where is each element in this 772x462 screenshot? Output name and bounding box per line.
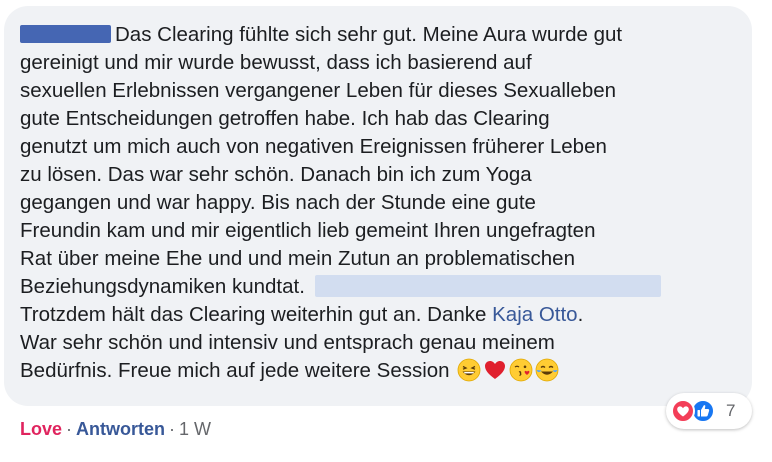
comment-line: Trotzdem hält das Clearing weiterhin gut…: [20, 301, 740, 329]
red-heart-icon: [485, 360, 506, 379]
comment-actions: Love · Antworten · 1 W: [20, 419, 211, 440]
timestamp-link[interactable]: 1 W: [179, 419, 211, 439]
reaction-count: 7: [726, 401, 736, 420]
comment-line-text: Bedürfnis. Freue mich auf jede weitere S…: [20, 359, 450, 382]
comment-line: sexuellen Erlebnissen vergangener Leben …: [20, 79, 617, 102]
comment-line: Bedürfnis. Freue mich auf jede weitere S…: [20, 357, 740, 385]
comment-text: Das Clearing fühlte sich sehr gut. Meine…: [20, 21, 740, 385]
reply-button[interactable]: Antworten: [76, 419, 165, 439]
comment-line: War sehr schön und intensiv und entsprac…: [20, 331, 555, 354]
mention-suffix: .: [577, 303, 584, 326]
face-with-tears-of-joy-icon: [535, 358, 559, 381]
redacted-author-name[interactable]: [20, 24, 111, 43]
comment-line: gereinigt und mir wurde bewusst, dass ic…: [20, 51, 532, 74]
redacted-text: [314, 274, 661, 297]
reaction-summary[interactable]: 7: [666, 393, 752, 429]
comment-line: gegangen und war happy. Bis nach der Stu…: [20, 191, 536, 214]
face-blowing-kiss-icon: [509, 358, 533, 381]
love-reaction-button[interactable]: Love: [20, 419, 62, 439]
love-reaction-icon: [671, 399, 695, 423]
comment-line: Freundin kam und mir eigentlich lieb gem…: [20, 219, 596, 242]
comment-line: Das Clearing fühlte sich sehr gut. Meine…: [20, 21, 740, 49]
comment-line: Rat über meine Ehe und und mein Zutun an…: [20, 247, 575, 270]
comment-line: zu lösen. Das war sehr schön. Danach bin…: [20, 163, 532, 186]
grinning-squinting-face-icon: [457, 358, 481, 381]
mention-link[interactable]: Kaja Otto: [492, 303, 577, 326]
separator: ·: [66, 419, 73, 439]
comment-line: gute Entscheidungen getroffen habe. Ich …: [20, 107, 550, 130]
comment-line-text: Das Clearing fühlte sich sehr gut. Meine…: [115, 23, 623, 46]
comment-line-text: Trotzdem hält das Clearing weiterhin gut…: [20, 303, 493, 326]
comment-line-text: Beziehungsdynamiken kundtat.: [20, 275, 305, 298]
separator: ·: [169, 419, 176, 439]
comment-line: genutzt um mich auch von negativen Ereig…: [20, 135, 607, 158]
comment-line: Beziehungsdynamiken kundtat.: [20, 273, 740, 301]
